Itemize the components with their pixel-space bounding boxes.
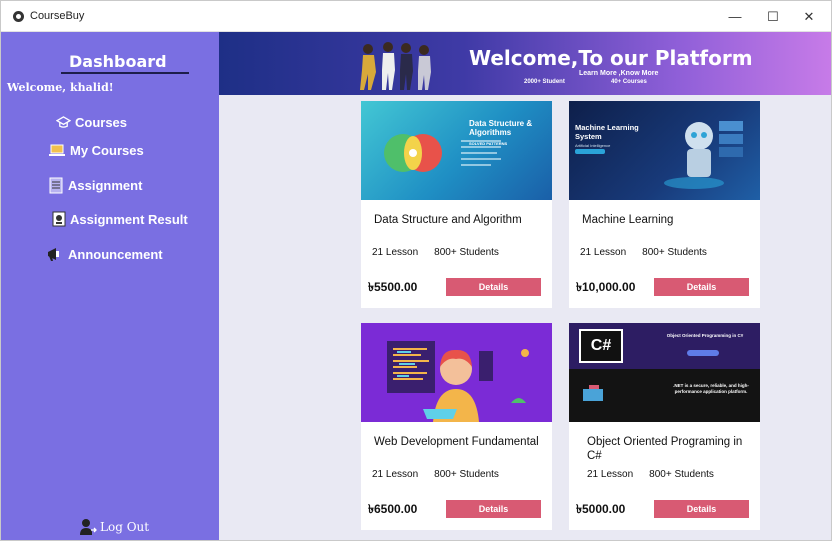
course-image-tag: SOLVED PATTERNS [469, 141, 508, 146]
laptop-icon [49, 144, 65, 156]
banner-student-count: 2000+ Student [524, 79, 565, 85]
lesson-count: 21 Lesson [372, 469, 419, 480]
people-illustration [360, 42, 431, 90]
course-price: ৳5000.00 [576, 502, 626, 516]
course-image: Machine Learning System Artificial Intel… [569, 101, 760, 200]
sidebar-item-assignment[interactable]: Assignment [48, 177, 142, 194]
document-list-icon [49, 177, 63, 194]
sidebar-item-courses[interactable]: Courses [56, 115, 127, 130]
course-price: ৳10,000.00 [576, 280, 636, 294]
course-card[interactable]: Data Structure & Algorithms SOLVED PATTE… [361, 101, 552, 308]
details-button[interactable]: Details [446, 278, 541, 296]
sidebar: Dashboard Welcome, khalid! Courses My Co… [1, 32, 219, 540]
logout-user-icon [80, 519, 97, 535]
welcome-text: Welcome, khalid! [7, 81, 114, 94]
course-title: Machine Learning [582, 214, 674, 226]
lesson-count: 21 Lesson [580, 247, 627, 258]
minimize-button[interactable]: — [717, 1, 753, 32]
student-count: 800+ Students [642, 247, 707, 258]
sidebar-item-label: Assignment Result [70, 211, 188, 227]
sidebar-item-my-courses[interactable]: My Courses [48, 143, 144, 158]
app-logo-icon [13, 10, 24, 22]
student-count: 800+ Students [434, 469, 499, 480]
banner-course-count: 40+ Courses [611, 79, 647, 85]
course-image-subtitle: Artificial Intelligence [575, 143, 611, 148]
course-card[interactable]: Web Development Fundamental 21 Lesson 80… [361, 323, 552, 530]
sidebar-item-label: My Courses [70, 143, 144, 158]
sidebar-item-assignment-result[interactable]: Assignment Result [52, 211, 188, 227]
logout-button[interactable]: Log Out [79, 518, 149, 536]
course-title: Web Development Fundamental [374, 436, 539, 448]
course-card[interactable]: C# Object Oriented Programming in C# .NE… [569, 323, 760, 530]
close-button[interactable]: ✕ [791, 1, 827, 32]
logout-label: Log Out [100, 520, 150, 534]
dashboard-title: Dashboard [69, 52, 167, 71]
course-image: Data Structure & Algorithms SOLVED PATTE… [361, 101, 552, 200]
course-image: C# Object Oriented Programming in C# .NE… [569, 323, 760, 422]
banner-title: Welcome,To our Platform [469, 46, 753, 70]
course-meta: 21 Lesson 800+ Students [372, 247, 499, 258]
course-card[interactable]: Machine Learning System Artificial Intel… [569, 101, 760, 308]
app-window: CourseBuy — ☐ ✕ Dashboard Welcome, khali… [0, 0, 832, 541]
sidebar-item-label: Announcement [68, 246, 163, 262]
course-image [361, 323, 552, 422]
megaphone-icon [48, 248, 59, 261]
details-button[interactable]: Details [654, 278, 749, 296]
details-button[interactable]: Details [654, 500, 749, 518]
sidebar-item-label: Courses [75, 115, 128, 130]
course-image-title: Machine Learning System [575, 123, 639, 141]
title-bar: CourseBuy — ☐ ✕ [1, 1, 831, 32]
student-count: 800+ Students [649, 469, 714, 480]
sidebar-item-label: Assignment [68, 178, 143, 193]
course-meta: 21 Lesson 800+ Students [580, 247, 707, 258]
details-button[interactable]: Details [446, 500, 541, 518]
course-image-description: .NET is a secure, reliable, and high-per… [673, 383, 749, 394]
banner-subtitle: Learn More ,Know More [579, 70, 659, 77]
welcome-banner: Welcome,To our Platform Learn More ,Know… [219, 32, 831, 95]
course-title: Object Oriented Programing in C# [587, 436, 743, 462]
window-title: CourseBuy [30, 10, 85, 22]
course-meta: 21 Lesson 800+ Students [587, 469, 714, 480]
result-document-icon [52, 211, 66, 227]
course-title: Data Structure and Algorithm [374, 214, 522, 226]
lesson-count: 21 Lesson [372, 247, 419, 258]
student-count: 800+ Students [434, 247, 499, 258]
course-price: ৳6500.00 [368, 502, 418, 516]
graduation-cap-icon [56, 116, 71, 128]
sidebar-item-announcement[interactable]: Announcement [46, 246, 163, 262]
maximize-button[interactable]: ☐ [755, 1, 791, 32]
divider [61, 72, 189, 74]
course-image-title: Data Structure & Algorithms [469, 119, 533, 137]
lesson-count: 21 Lesson [587, 469, 634, 480]
course-meta: 21 Lesson 800+ Students [372, 469, 499, 480]
course-price: ৳5500.00 [368, 280, 418, 294]
